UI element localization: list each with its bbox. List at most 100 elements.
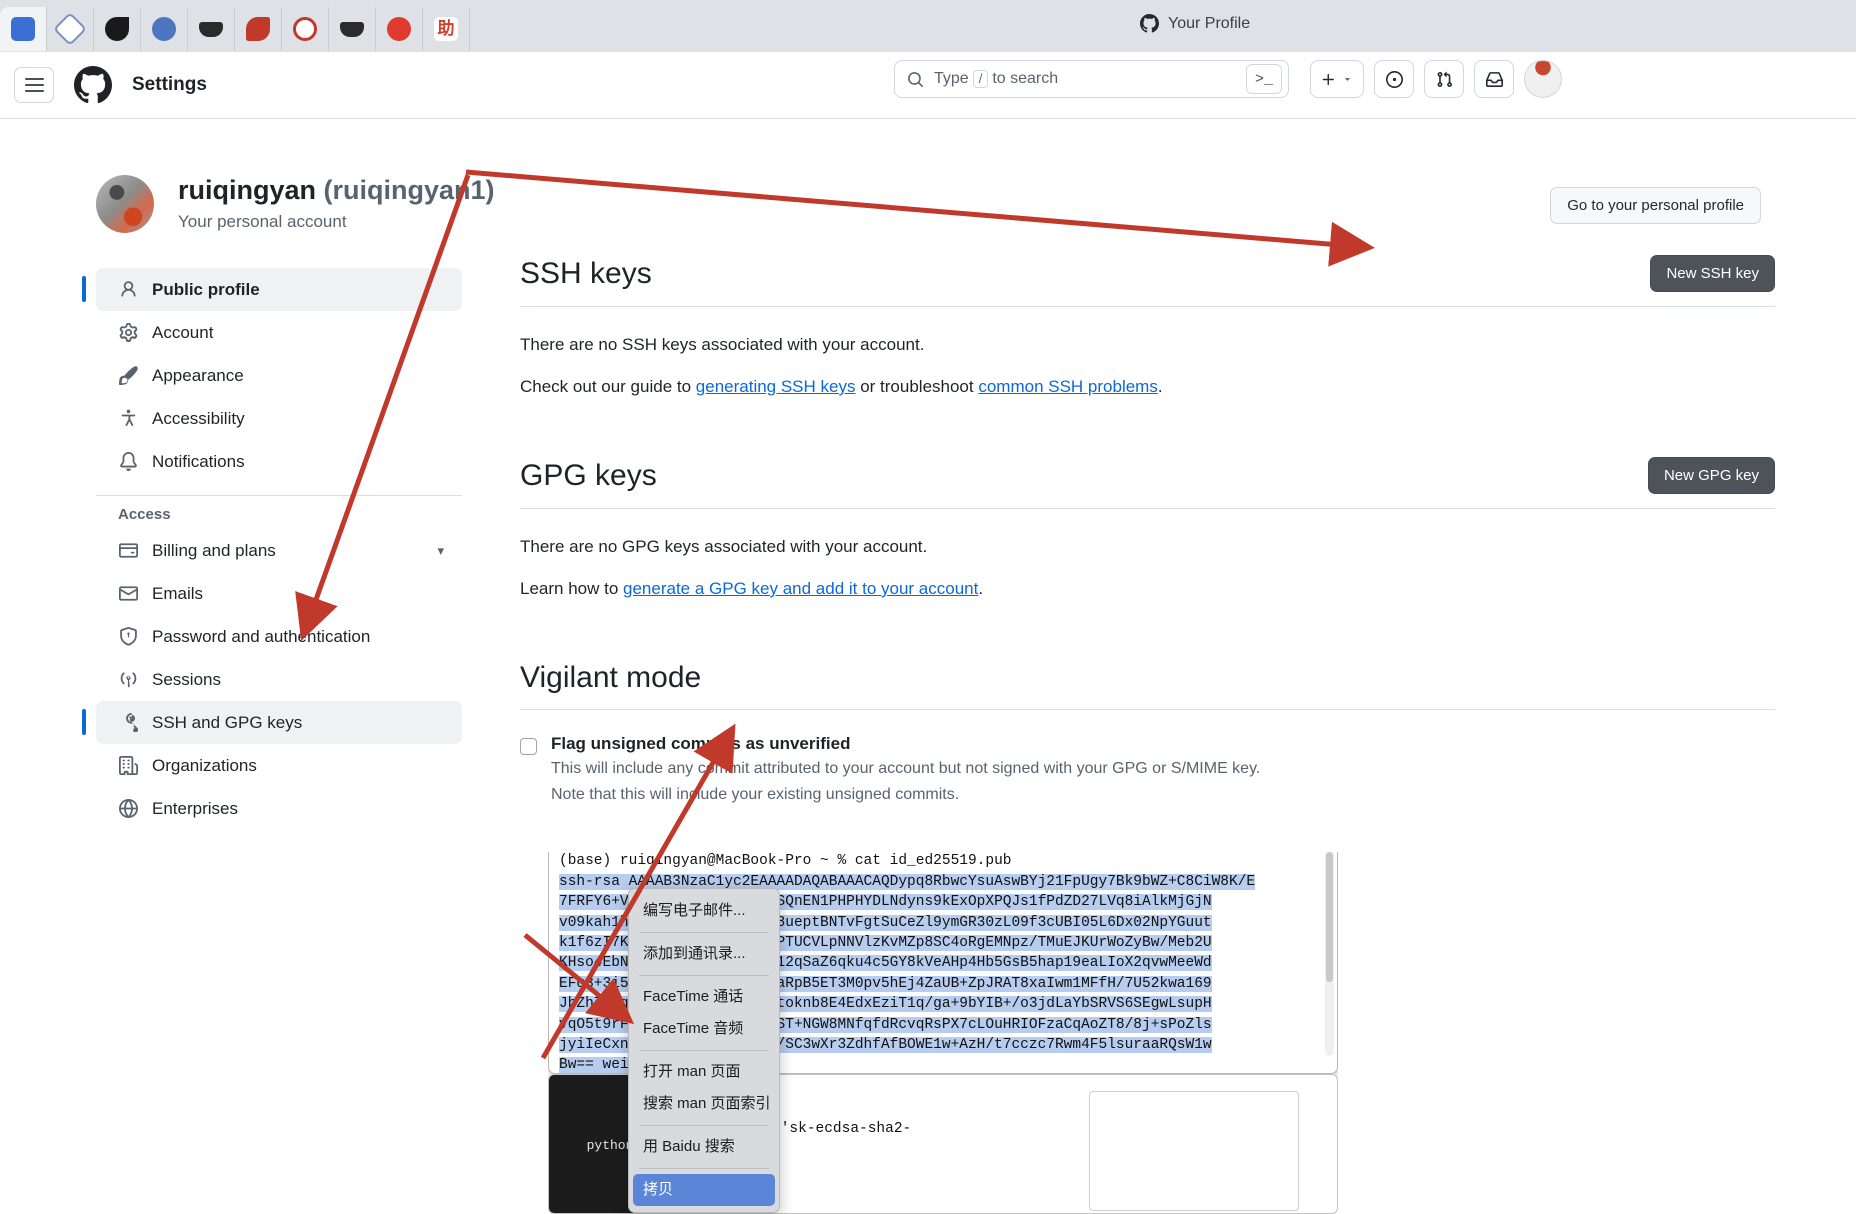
favicon-5 xyxy=(199,21,223,37)
divider xyxy=(520,709,1775,710)
profile-subtitle: Your personal account xyxy=(178,212,347,232)
sidebar-item-organizations[interactable]: Organizations xyxy=(96,744,462,787)
github-icon xyxy=(1140,14,1159,33)
browser-tab-3[interactable] xyxy=(94,7,141,51)
generate-gpg-key-link[interactable]: generate a GPG key and add it to your ac… xyxy=(623,579,978,598)
chevron-down-icon[interactable]: ▾ xyxy=(437,543,444,559)
browser-tab-10[interactable]: 助 xyxy=(423,7,470,51)
browser-tab-2[interactable] xyxy=(47,7,94,51)
main-content: SSH keys New SSH key There are no SSH ke… xyxy=(520,255,1775,805)
sidebar-item-label: Emails xyxy=(152,583,204,603)
sidebar-item-account[interactable]: Account xyxy=(96,311,462,354)
gpg-learn-text: Learn how to generate a GPG key and add … xyxy=(520,579,1775,599)
favicon-10: 助 xyxy=(434,17,458,41)
favicon-tabs: 助 xyxy=(0,7,470,51)
browser-tab-6[interactable] xyxy=(235,7,282,51)
search-input[interactable]: Type / to search >_ xyxy=(894,60,1289,98)
sidebar-item-label: Accessibility xyxy=(152,408,245,428)
sidebar-divider xyxy=(96,495,462,496)
divider xyxy=(520,508,1775,509)
ssh-keys-header: SSH keys New SSH key xyxy=(520,255,1775,292)
issues-button[interactable] xyxy=(1374,60,1414,98)
sidebar-item-label: Enterprises xyxy=(152,798,238,818)
browser-tab-4[interactable] xyxy=(141,7,188,51)
sidebar-item-accessibility[interactable]: Accessibility xyxy=(96,397,462,440)
context-menu-item-open-man-page[interactable]: 打开 man 页面 xyxy=(629,1056,779,1088)
sidebar-item-appearance[interactable]: Appearance xyxy=(96,354,462,397)
issue-opened-icon xyxy=(1385,70,1403,88)
terminal-icon[interactable]: >_ xyxy=(1246,64,1282,94)
vigilant-desc-line2: Note that this will include your existin… xyxy=(551,785,960,803)
sidebar-item-label: Billing and plans xyxy=(152,540,276,560)
common-ssh-problems-link[interactable]: common SSH problems xyxy=(978,377,1158,396)
context-menu-separator xyxy=(639,1125,769,1126)
browser-tab-strip: 助 Your Profile xyxy=(0,0,1856,52)
profile-name-row: ruiqingyan (ruiqingyan1) xyxy=(178,175,495,206)
profile-handle: (ruiqingyan1) xyxy=(323,175,495,205)
active-tab-title[interactable]: Your Profile xyxy=(1140,14,1250,33)
context-menu-item-facetime-audio[interactable]: FaceTime 音频 xyxy=(629,1013,779,1045)
ssh-guide-prefix: Check out our guide to xyxy=(520,377,696,396)
organization-icon xyxy=(118,756,138,776)
generating-ssh-keys-link[interactable]: generating SSH keys xyxy=(696,377,856,396)
flag-unsigned-commits-checkbox[interactable] xyxy=(520,738,537,755)
favicon-4 xyxy=(152,17,176,41)
broadcast-icon xyxy=(118,670,138,690)
sidebar-item-password-and-authentication[interactable]: Password and authentication xyxy=(96,615,462,658)
sidebar-section-access: Access xyxy=(118,506,171,523)
context-menu-item-facetime-call[interactable]: FaceTime 通话 xyxy=(629,981,779,1013)
context-menu-item-search-baidu[interactable]: 用 Baidu 搜索 xyxy=(629,1131,779,1163)
hamburger-icon[interactable] xyxy=(14,67,54,103)
goto-personal-profile-button[interactable]: Go to your personal profile xyxy=(1550,187,1761,224)
paintbrush-icon xyxy=(118,366,138,386)
gpg-keys-title: GPG keys xyxy=(520,458,657,492)
ssh-guide-suffix: . xyxy=(1157,377,1163,396)
context-menu-item-search-man-index[interactable]: 搜索 man 页面索引 xyxy=(629,1088,779,1120)
sidebar-item-public-profile[interactable]: Public profile xyxy=(82,268,462,311)
page-title: Settings xyxy=(132,74,207,95)
inbox-button[interactable] xyxy=(1474,60,1514,98)
shield-icon xyxy=(118,627,138,647)
favicon-6 xyxy=(246,17,270,41)
pull-requests-button[interactable] xyxy=(1424,60,1464,98)
create-new-button[interactable] xyxy=(1310,60,1364,98)
favicon-2 xyxy=(53,12,87,46)
new-ssh-key-button[interactable]: New SSH key xyxy=(1650,255,1775,292)
new-gpg-key-button[interactable]: New GPG key xyxy=(1647,457,1775,494)
sidebar-item-label: Sessions xyxy=(152,669,221,689)
context-menu-separator xyxy=(639,932,769,933)
favicon-7 xyxy=(293,17,317,41)
sidebar-item-enterprises[interactable]: Enterprises xyxy=(96,787,462,830)
context-menu-item-copy[interactable]: 拷贝 xyxy=(633,1174,775,1206)
terminal-key-line-last: Bw== wei2 xyxy=(559,1057,638,1074)
sidebar-item-notifications[interactable]: Notifications xyxy=(96,440,462,483)
browser-tab-1[interactable] xyxy=(0,7,47,51)
ssh-guide-middle: or troubleshoot xyxy=(855,377,979,396)
sidebar-item-label: Account xyxy=(152,322,214,342)
user-avatar-button[interactable] xyxy=(1524,60,1562,98)
browser-tab-9[interactable] xyxy=(376,7,423,51)
sidebar-item-ssh-and-gpg-keys[interactable]: SSH and GPG keys xyxy=(82,701,462,744)
browser-tab-8[interactable] xyxy=(329,7,376,51)
context-menu-item-compose-email[interactable]: 编写电子邮件... xyxy=(629,895,779,927)
vigilant-mode-option: Flag unsigned commits as unverified This… xyxy=(520,734,1775,805)
context-menu-item-add-to-contacts[interactable]: 添加到通讯录... xyxy=(629,938,779,970)
terminal-overlay: +----[SHA256]-----+ (base) ruiqingyan@Ma… xyxy=(548,852,1338,1214)
browser-tab-5[interactable] xyxy=(188,7,235,51)
sidebar-item-billing-and-plans[interactable]: Billing and plans ▾ xyxy=(96,529,462,572)
slash-key-hint: / xyxy=(972,70,989,88)
browser-tab-7[interactable] xyxy=(282,7,329,51)
lower-panel-box xyxy=(1089,1091,1299,1211)
terminal-prompt-command: (base) ruiqingyan@MacBook-Pro ~ % cat id… xyxy=(559,853,1012,870)
header-actions xyxy=(1310,60,1562,98)
tab-title-text: Your Profile xyxy=(1168,14,1251,32)
sidebar-item-sessions[interactable]: Sessions xyxy=(96,658,462,701)
sidebar-item-label: Public profile xyxy=(152,279,260,299)
key-icon xyxy=(118,713,138,733)
person-icon xyxy=(118,280,138,300)
vigilant-mode-header: Vigilant mode xyxy=(520,661,1775,695)
github-logo-icon[interactable] xyxy=(74,66,112,104)
sidebar-item-emails[interactable]: Emails xyxy=(96,572,462,615)
ssh-keys-title: SSH keys xyxy=(520,256,652,290)
terminal-scrollbar[interactable] xyxy=(1325,852,1334,1056)
